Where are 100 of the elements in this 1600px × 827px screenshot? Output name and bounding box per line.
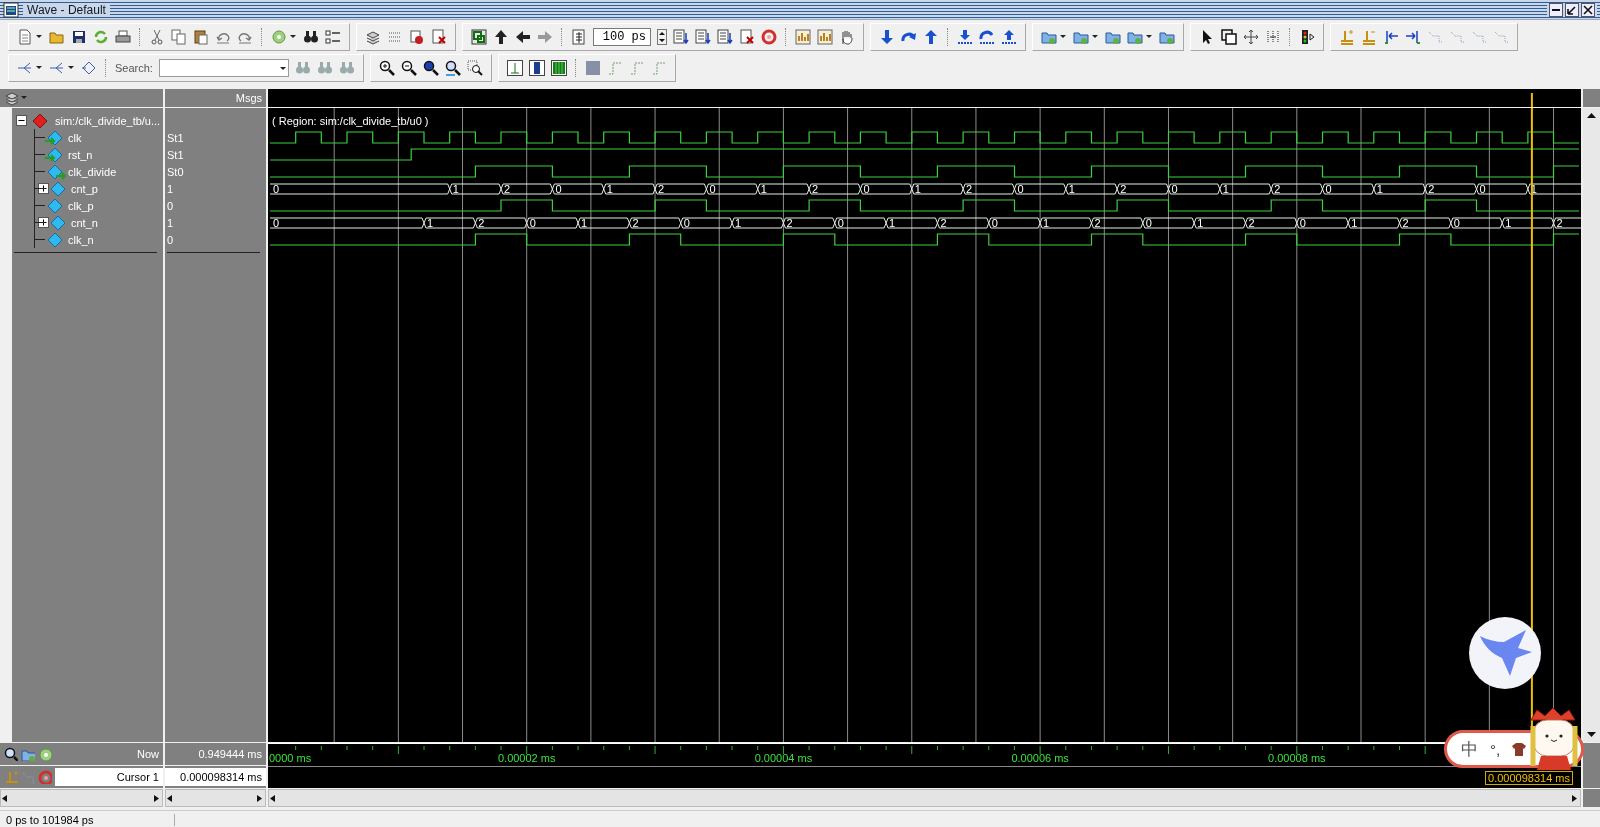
zoom-region-icon[interactable] <box>466 59 483 76</box>
traffic-light-icon[interactable] <box>1299 28 1315 45</box>
hand-icon[interactable] <box>839 28 855 45</box>
ring-icon[interactable] <box>761 28 777 45</box>
scroll-right-arrow-icon[interactable] <box>153 794 162 802</box>
page-arrow-icon[interactable] <box>717 28 733 45</box>
bar-mode-icon[interactable] <box>550 59 567 76</box>
collapse-toggle-icon[interactable] <box>16 115 27 126</box>
signal-value: St1 <box>166 131 184 144</box>
scroll-left-arrow-icon[interactable] <box>166 794 175 802</box>
page-icon[interactable] <box>571 28 587 45</box>
move-icon[interactable] <box>1243 28 1259 45</box>
left-arrow-icon[interactable] <box>515 28 531 45</box>
horizontal-scrollbar[interactable] <box>0 789 163 807</box>
search-field[interactable] <box>158 58 289 77</box>
bird-icon[interactable] <box>1468 616 1542 690</box>
scroll-down-arrow-icon[interactable] <box>1587 731 1596 738</box>
bus-value: 1 <box>1068 183 1075 195</box>
bus-value: 2 <box>478 217 485 229</box>
page-delete-icon[interactable] <box>739 28 755 45</box>
axis-label: 0.00008 ms <box>1268 752 1326 764</box>
up-arrow-icon[interactable] <box>493 28 509 45</box>
bus-value: 2 <box>1248 217 1255 229</box>
bus-value: 0 <box>1325 183 1332 195</box>
bus-value: 2 <box>940 217 947 229</box>
chart-icon[interactable] <box>817 28 833 45</box>
cursor-name-field[interactable]: Cursor 1 <box>55 768 163 786</box>
zoom-out-icon[interactable] <box>400 59 417 76</box>
up-arrow-icon[interactable] <box>923 28 939 45</box>
line-mode-icon[interactable] <box>506 59 523 76</box>
signal-name[interactable]: cnt_n <box>71 216 98 229</box>
expand-toggle-icon[interactable] <box>38 183 49 194</box>
vertical-scrollbar[interactable] <box>1583 108 1600 742</box>
signal-name[interactable]: clk_n <box>68 233 94 246</box>
scrollbar-corner <box>1583 89 1600 107</box>
paste-icon[interactable] <box>193 28 209 45</box>
bus-value: 1 <box>760 183 767 195</box>
signal-value: 0 <box>166 233 174 246</box>
bus-value: 2 <box>1120 183 1127 195</box>
input-mode-label[interactable]: 中 <box>1461 737 1478 761</box>
columns-icon[interactable] <box>1265 28 1281 45</box>
horizontal-scrollbar[interactable] <box>165 789 266 807</box>
now-label: Now <box>137 748 159 760</box>
curved-arrow-icon[interactable] <box>979 28 995 45</box>
signal-name[interactable]: clk_p <box>68 199 94 212</box>
punctuation-mode-label[interactable]: °, <box>1490 740 1501 758</box>
layers-icon[interactable] <box>4 90 20 106</box>
down-arrow-icon[interactable] <box>879 28 895 45</box>
bus-value: 1 <box>1043 217 1050 229</box>
list-icon[interactable] <box>325 28 341 45</box>
scroll-up-arrow-icon[interactable] <box>1587 112 1596 119</box>
diamond-icon[interactable] <box>81 59 97 76</box>
scroll-right-arrow-icon[interactable] <box>256 794 265 802</box>
zoom-box-icon[interactable] <box>1221 28 1237 45</box>
add-cursor-icon[interactable] <box>38 747 52 761</box>
expand-toggle-icon[interactable] <box>38 217 49 228</box>
bus-value: 1 <box>889 217 896 229</box>
down-arrow-icon[interactable] <box>957 28 973 45</box>
cursor-right-icon[interactable] <box>1405 28 1421 45</box>
cut-icon[interactable] <box>149 28 165 45</box>
shirt-icon[interactable] <box>1512 742 1527 756</box>
zoom-in-icon[interactable] <box>378 59 395 76</box>
bus-value: 2 <box>504 183 511 195</box>
squares-icon[interactable] <box>471 28 487 45</box>
page-delete-icon[interactable] <box>431 28 447 45</box>
bar-mode-icon[interactable] <box>528 59 545 76</box>
scroll-left-arrow-icon[interactable] <box>1 794 10 802</box>
print-icon[interactable] <box>115 28 131 45</box>
cursor-value-field[interactable]: 0.000098314 ms <box>165 768 266 786</box>
signal-name[interactable]: clk_divide <box>68 165 117 178</box>
block-icon[interactable] <box>584 59 601 76</box>
close-button[interactable] <box>1581 2 1595 17</box>
scroll-right-arrow-icon[interactable] <box>1571 794 1580 802</box>
cursor-left-icon[interactable] <box>1383 28 1399 45</box>
copy-icon[interactable] <box>171 28 187 45</box>
binoculars-icon[interactable] <box>303 28 319 45</box>
minimize-button[interactable] <box>1549 2 1563 17</box>
chart-icon[interactable] <box>795 28 811 45</box>
save-icon[interactable] <box>71 28 87 45</box>
zoom-full-icon[interactable] <box>422 59 439 76</box>
bus-value: 0 <box>1479 183 1486 195</box>
pages-icon[interactable] <box>409 28 425 45</box>
page-arrow-icon[interactable] <box>673 28 689 45</box>
bus-value: 0 <box>709 183 716 195</box>
signal-name[interactable]: cnt_p <box>71 182 98 195</box>
spin-arrows-icon[interactable] <box>657 28 667 45</box>
horizontal-scrollbar[interactable] <box>268 789 1581 807</box>
signal-name[interactable]: rst_n <box>68 148 93 161</box>
page-arrow-icon[interactable] <box>695 28 711 45</box>
time-step-field[interactable]: 100 ps <box>593 27 651 46</box>
signal-name[interactable]: sim:/clk_divide_tb/u... <box>55 114 161 127</box>
bus-value: 0 <box>555 183 562 195</box>
bus-value: 1 <box>1376 183 1383 195</box>
scroll-left-arrow-icon[interactable] <box>269 794 278 802</box>
status-range: 0 ps to 101984 ps <box>0 814 175 826</box>
restore-button[interactable] <box>1565 2 1579 17</box>
up-arrow-icon[interactable] <box>1001 28 1017 45</box>
zoom-cursor-icon[interactable] <box>444 59 461 76</box>
signal-name[interactable]: clk <box>68 131 82 144</box>
bus-value: 2 <box>786 217 793 229</box>
